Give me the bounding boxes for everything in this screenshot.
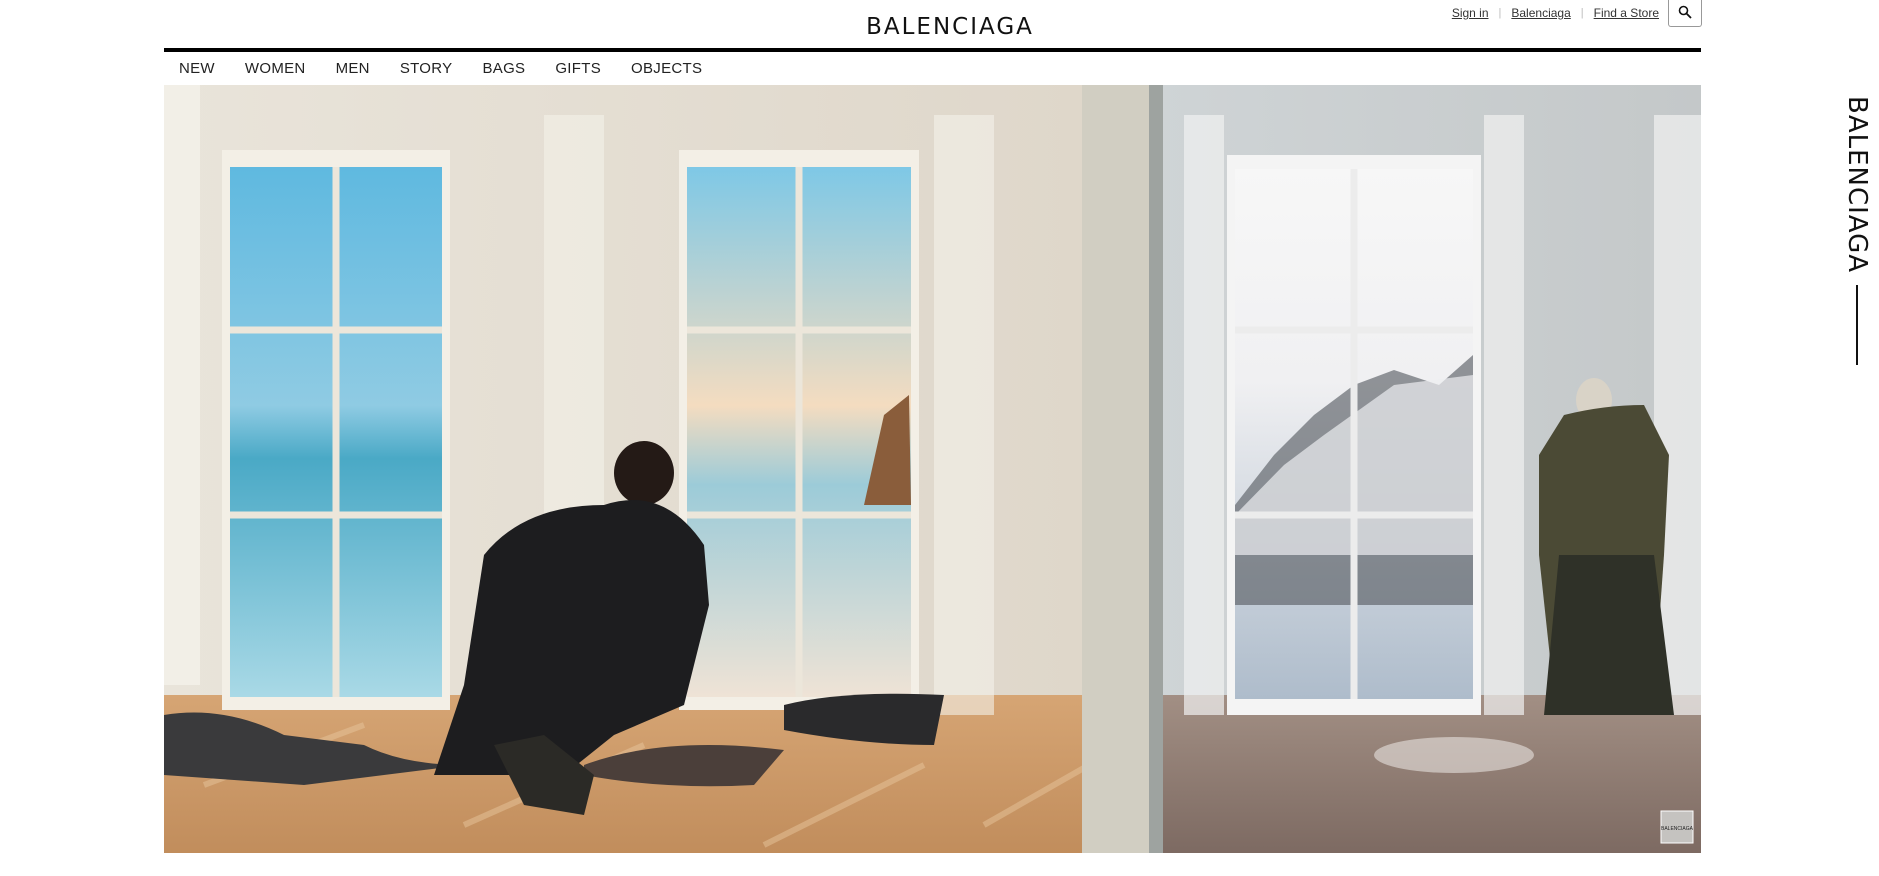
balenciaga-link[interactable]: Balenciaga <box>1511 6 1570 20</box>
sign-in-link[interactable]: Sign in <box>1452 6 1489 20</box>
side-brand: BALENCIAGA <box>1842 96 1879 366</box>
video-badge-text: BALENCIAGA <box>1661 826 1694 832</box>
nav-item-bags[interactable]: BAGS <box>467 60 540 77</box>
hero-video[interactable]: BALENCIAGA <box>164 85 1701 853</box>
model-right <box>1539 378 1674 715</box>
search-button[interactable] <box>1668 0 1702 27</box>
side-brand-text: BALENCIAGA <box>1842 96 1872 274</box>
nav-item-objects[interactable]: OBJECTS <box>616 60 717 77</box>
nav-item-gifts[interactable]: GIFTS <box>540 60 616 77</box>
search-icon <box>1678 5 1692 19</box>
main-nav: NEW WOMEN MEN STORY BAGS GIFTS OBJECTS <box>164 60 717 77</box>
nav-item-new[interactable]: NEW <box>164 60 230 77</box>
header-rule <box>164 48 1701 52</box>
separator: | <box>1580 7 1584 19</box>
nav-item-women[interactable]: WOMEN <box>230 60 321 77</box>
nav-item-story[interactable]: STORY <box>385 60 468 77</box>
find-a-store-link[interactable]: Find a Store <box>1594 6 1659 20</box>
utility-links: Sign in | Balenciaga | Find a Store <box>1452 6 1659 20</box>
separator: | <box>1498 7 1502 19</box>
side-brand-line <box>1856 285 1858 366</box>
nav-item-men[interactable]: MEN <box>321 60 385 77</box>
hero-scene: BALENCIAGA <box>164 85 1701 853</box>
